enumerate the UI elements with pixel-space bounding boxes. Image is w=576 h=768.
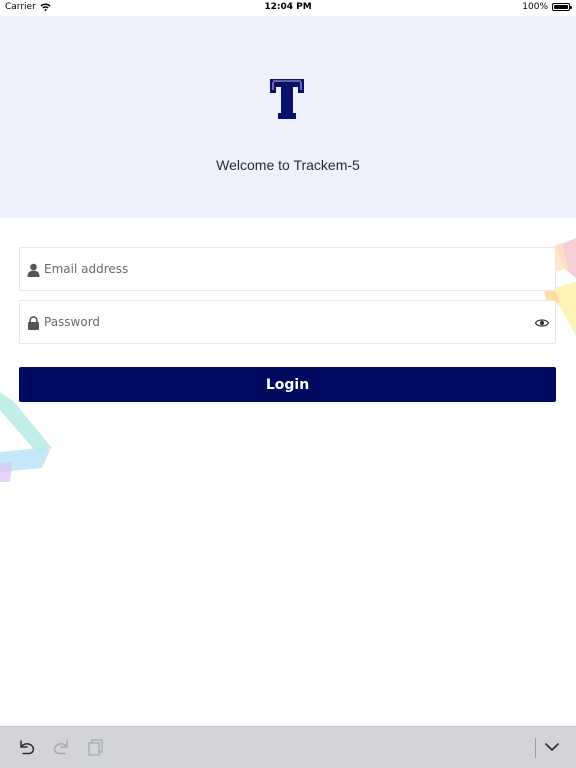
welcome-text: Welcome to Trackem-5 [216,157,360,173]
toolbar-separator [535,738,536,758]
chevron-down-icon[interactable] [542,738,562,756]
copy-icon[interactable] [86,738,106,756]
decorative-shape-left [0,392,52,482]
user-icon [27,263,40,277]
status-right: 100% [522,2,572,12]
password-field[interactable] [19,300,556,344]
lock-icon [28,316,39,330]
undo-icon[interactable] [17,738,37,756]
header: Welcome to Trackem-5 [0,16,576,218]
battery-level [554,5,568,9]
status-time: 12:04 PM [264,2,312,12]
email-input[interactable] [42,254,526,284]
login-button[interactable]: Login [19,367,556,402]
show-password-eye-icon[interactable] [535,318,549,328]
keyboard-shortcut-toolbar [0,726,576,768]
trackem-logo [270,79,304,119]
status-bar: Carrier 12:04 PM 100% [0,0,576,16]
battery-percent: 100% [522,2,548,12]
password-input[interactable] [42,307,526,337]
redo-icon[interactable] [51,738,71,756]
battery-icon [552,3,572,11]
email-field[interactable] [19,247,556,291]
